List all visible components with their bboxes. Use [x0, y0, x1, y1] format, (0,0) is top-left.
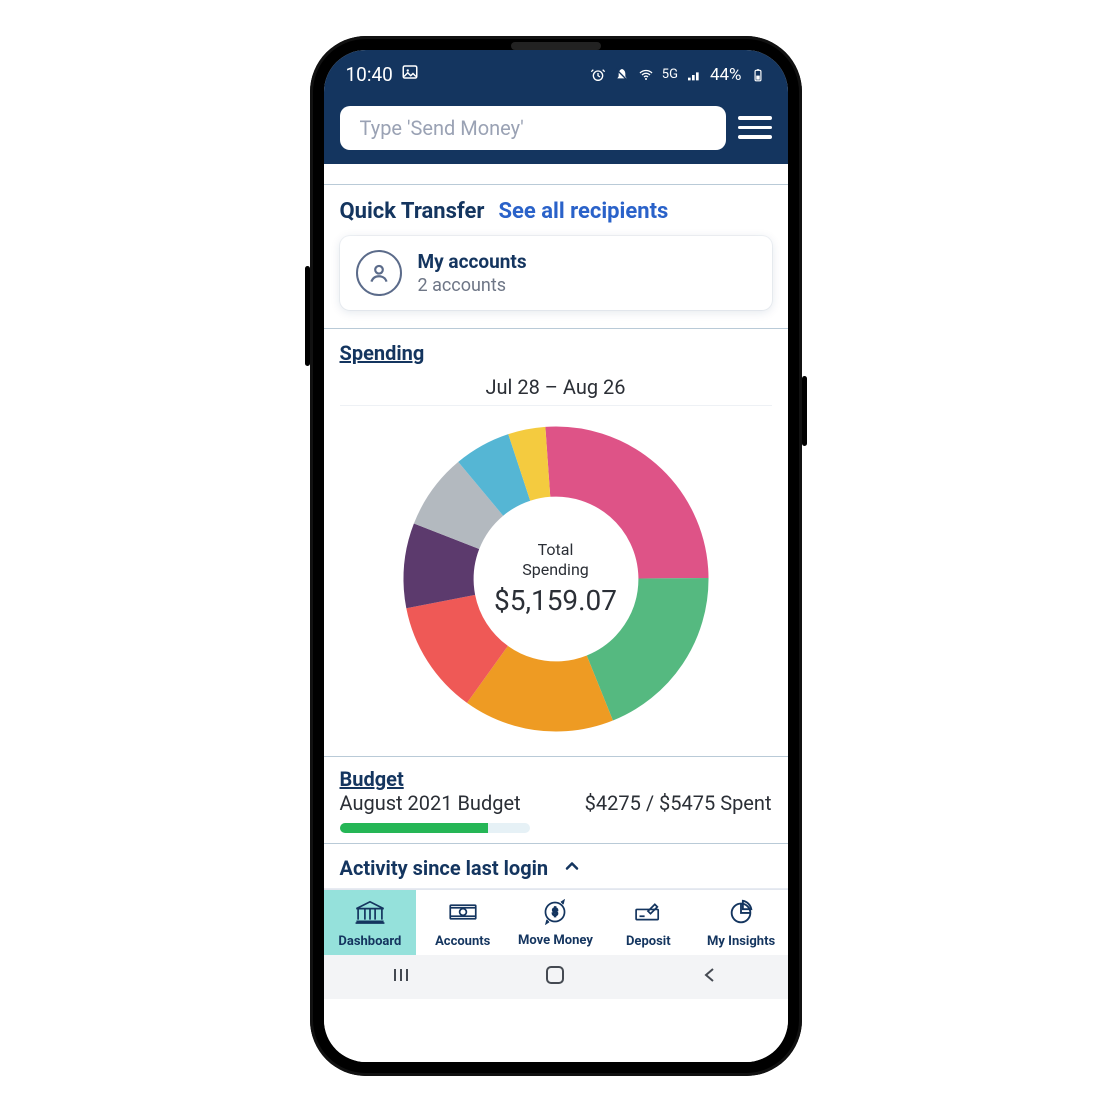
phone-frame: 10:40 5G 44% — [310, 36, 802, 1076]
tab-insights[interactable]: My Insights — [695, 890, 788, 955]
activity-title: Activity since last login — [340, 856, 549, 880]
tab-label: Dashboard — [338, 934, 401, 949]
android-statusbar: 10:40 5G 44% — [324, 50, 788, 100]
pie-chart-icon — [724, 898, 758, 930]
power-button — [802, 376, 807, 446]
quick-transfer-section: Quick Transfer See all recipients My acc… — [324, 185, 788, 328]
signal-icon — [686, 67, 702, 83]
tab-deposit[interactable]: Deposit — [602, 890, 695, 955]
network-label: 5G — [662, 67, 678, 82]
budget-period: August 2021 Budget — [340, 791, 521, 815]
cash-icon — [446, 898, 480, 930]
home-button[interactable] — [525, 964, 585, 990]
tab-label: Accounts — [435, 934, 490, 949]
budget-progress-bar — [340, 823, 530, 833]
tab-label: Deposit — [626, 934, 671, 949]
svg-text:$: $ — [553, 905, 559, 918]
budget-spent-text: $4275 / $5475 Spent — [585, 791, 772, 815]
phone-screen: 10:40 5G 44% — [324, 50, 788, 1062]
alarm-icon — [590, 67, 606, 83]
status-time: 10:40 — [346, 63, 393, 86]
volume-button — [305, 266, 310, 366]
card-subtitle: 2 accounts — [418, 275, 527, 296]
transfer-icon: $ — [541, 899, 569, 929]
spending-section: Spending Jul 28 – Aug 26 TotalSpending $… — [324, 329, 788, 756]
card-name: My accounts — [418, 250, 527, 273]
app-header — [324, 100, 788, 164]
tab-label: Move Money — [518, 933, 593, 948]
bottom-tabbar: Dashboard Accounts $ Move Money — [324, 889, 788, 955]
tab-move-money[interactable]: $ Move Money — [509, 890, 602, 955]
tab-dashboard[interactable]: Dashboard — [324, 890, 417, 955]
search-input[interactable] — [360, 116, 706, 140]
wifi-icon — [638, 67, 654, 83]
mute-icon — [614, 67, 630, 83]
tab-accounts[interactable]: Accounts — [416, 890, 509, 955]
see-all-recipients-link[interactable]: See all recipients — [498, 199, 668, 224]
quick-transfer-title: Quick Transfer — [340, 199, 485, 224]
budget-title-link[interactable]: Budget — [340, 767, 404, 791]
image-icon — [401, 63, 419, 86]
battery-text: 44% — [710, 65, 742, 85]
chevron-up-icon[interactable] — [562, 856, 582, 880]
recents-button[interactable] — [371, 966, 431, 988]
activity-section[interactable]: Activity since last login — [324, 844, 788, 889]
spending-date-range: Jul 28 – Aug 26 — [340, 375, 772, 399]
spending-donut-chart[interactable]: TotalSpending $5,159.07 — [401, 424, 711, 734]
speaker-slot — [511, 42, 601, 50]
back-button[interactable] — [680, 965, 740, 989]
main-content: Quick Transfer See all recipients My acc… — [324, 164, 788, 1062]
search-box[interactable] — [340, 106, 726, 150]
budget-section: Budget August 2021 Budget $4275 / $5475 … — [324, 757, 788, 843]
bank-icon — [353, 898, 387, 930]
tab-label: My Insights — [707, 934, 775, 949]
person-icon — [356, 250, 402, 296]
my-accounts-card[interactable]: My accounts 2 accounts — [340, 236, 772, 310]
deposit-icon — [631, 898, 665, 930]
android-nav-bar — [324, 955, 788, 999]
spending-title-link[interactable]: Spending — [340, 341, 425, 365]
battery-icon — [750, 67, 766, 83]
menu-icon[interactable] — [738, 111, 772, 145]
